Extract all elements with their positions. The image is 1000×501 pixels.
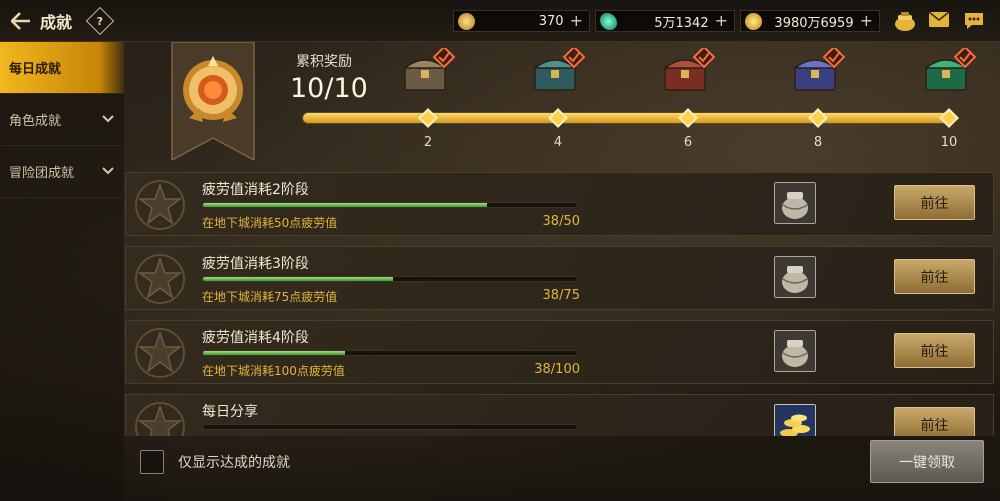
show-completed-checkbox[interactable] [140,450,164,474]
coin-c-icon [458,13,475,30]
page-title: 成就 [40,12,73,32]
pot-item-icon[interactable] [774,330,816,372]
currency-coin-c: 370 + [453,10,590,32]
achievement-name: 疲劳值消耗2阶段 [202,182,309,198]
sidebar-item-character[interactable]: 角色成就 [0,94,124,146]
sidebar-item-label: 冒险团成就 [9,166,75,181]
achievement-row: 疲劳值消耗4阶段 在地下城消耗100点疲劳值 38/100 前往 [125,320,994,384]
achievement-progress-text: 38/50 [542,214,580,229]
milestone-label: 10 [940,135,958,150]
sidebar-item-daily[interactable]: 每日成就 [0,42,124,94]
achievement-desc: 在地下城消耗75点疲劳值 [202,290,338,304]
achievement-row: 疲劳值消耗2阶段 在地下城消耗50点疲劳值 38/50 前往 [125,172,994,236]
mail-icon[interactable] [928,11,950,29]
currency-green-gem: 5万1342 + [595,10,735,32]
currency-value: 5万1342 [654,15,709,31]
milestone-label: 4 [553,135,563,150]
medal-emblem-icon [170,41,256,162]
chat-icon[interactable] [963,12,985,30]
sidebar-item-label: 每日成就 [9,62,62,77]
achievement-name: 疲劳值消耗3阶段 [202,256,309,272]
red-chest-icon[interactable] [661,45,716,96]
achievement-list[interactable]: 疲劳值消耗2阶段 在地下城消耗50点疲劳值 38/50 前往 疲劳值消耗3阶段 … [125,172,994,436]
achievement-row: 疲劳值消耗3阶段 在地下城消耗75点疲劳值 38/75 前往 [125,246,994,310]
achievement-name: 疲劳值消耗4阶段 [202,330,309,346]
star-emblem-icon [134,401,186,436]
add-coin-c-button[interactable]: + [570,13,583,29]
treasure-pot-icon[interactable] [893,10,917,32]
sidebar-item-label: 角色成就 [9,114,62,129]
achievement-progress-text: 38/100 [534,362,580,377]
question-diamond-icon[interactable]: ? [85,6,115,35]
teal-chest-icon[interactable] [531,45,586,96]
green-gem-icon [600,13,617,30]
milestone-label: 6 [683,135,693,150]
achievement-desc: 在地下城消耗100点疲劳值 [202,364,345,378]
reward-count: 10/10 [290,73,368,104]
go-button[interactable]: 前往 [894,259,975,294]
achievement-progress-bar [202,276,578,282]
achievement-progress-bar [202,202,578,208]
chevron-down-icon [102,164,114,178]
wood-chest-icon[interactable] [401,45,456,96]
pot-item-icon[interactable] [774,256,816,298]
milestone-label: 2 [423,135,433,150]
achievement-name: 每日分享 [202,404,258,420]
reward-title: 累积奖励 [296,54,352,70]
currency-gold: 3980万6959 + [740,10,880,32]
currency-value: 370 [538,13,564,29]
progress-fill [203,351,346,355]
claim-all-button[interactable]: 一键领取 [870,440,984,483]
gold-coin-icon [745,13,762,30]
achievement-desc: 在地下城消耗50点疲劳值 [202,216,338,230]
purple-chest-icon[interactable] [791,45,846,96]
gold-coins-item-icon[interactable] [774,404,816,436]
add-gem-button[interactable]: + [715,13,728,29]
emerald-chest-icon[interactable] [922,45,977,96]
chevron-down-icon [102,112,114,126]
star-emblem-icon [134,327,186,379]
star-emblem-icon [134,179,186,231]
go-button[interactable]: 前往 [894,333,975,368]
star-emblem-icon [134,253,186,305]
milestone-label: 8 [813,135,823,150]
achievement-progress-text: 38/75 [542,288,580,303]
currency-value: 3980万6959 [774,15,854,31]
achievement-progress-bar [202,350,578,356]
add-gold-button[interactable]: + [860,13,873,29]
sidebar-item-adventure-team[interactable]: 冒险团成就 [0,146,124,198]
reward-progress-track [302,112,950,124]
achievement-row: 每日分享 前往 [125,394,994,436]
progress-fill [203,277,393,281]
show-completed-label: 仅显示达成的成就 [178,455,290,471]
arrow-left-icon[interactable] [8,8,34,34]
achievement-progress-bar [202,424,578,430]
go-button[interactable]: 前往 [894,185,975,220]
pot-item-icon[interactable] [774,182,816,224]
go-button[interactable]: 前往 [894,407,975,436]
reward-progress-fill [303,113,949,123]
sidebar: 每日成就 角色成就 冒险团成就 [0,42,124,501]
progress-fill [203,203,488,207]
